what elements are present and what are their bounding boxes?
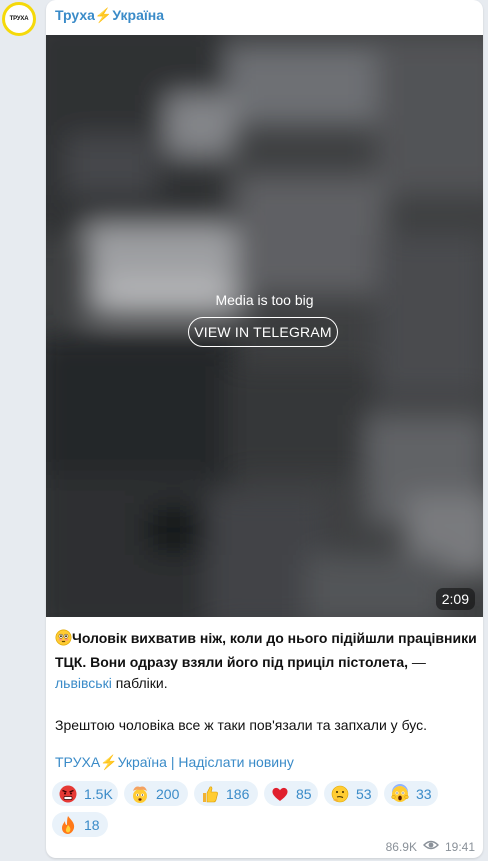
avatar-label: ТРУХА	[9, 16, 29, 22]
lviv-publics-link[interactable]: львівські	[55, 675, 112, 691]
reaction-count: 18	[84, 816, 100, 833]
media-too-big-message: Media is too big	[215, 292, 314, 308]
reaction-thumbs-up[interactable]: 186	[194, 781, 258, 806]
eye-icon	[422, 839, 439, 854]
post-text: Чоловік вихватив ніж, коли до нього піді…	[55, 628, 477, 736]
thinking-face-icon	[330, 784, 350, 804]
message-time: 19:41	[444, 839, 475, 854]
reaction-count: 1.5K	[84, 785, 113, 802]
red-heart-icon	[270, 784, 290, 804]
view-count: 86.9K	[385, 839, 417, 854]
exploding-head-icon	[130, 784, 150, 804]
reaction-count: 186	[226, 785, 250, 802]
flushed-face-icon	[55, 629, 72, 652]
post-after-link: пабліки.	[111, 675, 168, 691]
screaming-face-icon	[390, 783, 410, 804]
reaction-count: 53	[356, 785, 372, 802]
angry-face-icon	[58, 784, 78, 804]
reaction-count: 85	[296, 785, 312, 802]
message-bubble: Труха⚡Україна Media is too big VIEW IN T…	[46, 0, 483, 858]
reaction-heart[interactable]: 85	[264, 781, 318, 806]
reaction-screaming[interactable]: 33	[384, 781, 438, 806]
thumbs-up-icon	[200, 784, 220, 804]
reaction-count: 200	[156, 785, 180, 802]
fire-icon	[58, 815, 78, 835]
reaction-thinking[interactable]: 53	[324, 781, 378, 806]
post-paragraph-2: Зрештою чоловіка все ж таки пов'язали та…	[55, 717, 428, 733]
video-preview[interactable]: Media is too big VIEW IN TELEGRAM 2:09	[46, 35, 483, 617]
channel-avatar[interactable]: ТРУХА	[2, 2, 36, 36]
reaction-angry[interactable]: 1.5K	[52, 781, 118, 806]
reaction-exploding-head[interactable]: 200	[124, 781, 188, 806]
video-duration-badge: 2:09	[435, 588, 475, 610]
reaction-count: 33	[416, 785, 432, 802]
post-dash: —	[408, 654, 426, 670]
reaction-fire[interactable]: 18	[52, 812, 108, 837]
view-in-telegram-button[interactable]: VIEW IN TELEGRAM	[188, 317, 338, 347]
message-meta: 86.9K 19:41	[386, 839, 475, 854]
channel-name[interactable]: Труха⚡Україна	[55, 7, 164, 24]
channel-footer-link[interactable]: ТРУХА⚡Україна | Надіслати новину	[55, 754, 294, 771]
